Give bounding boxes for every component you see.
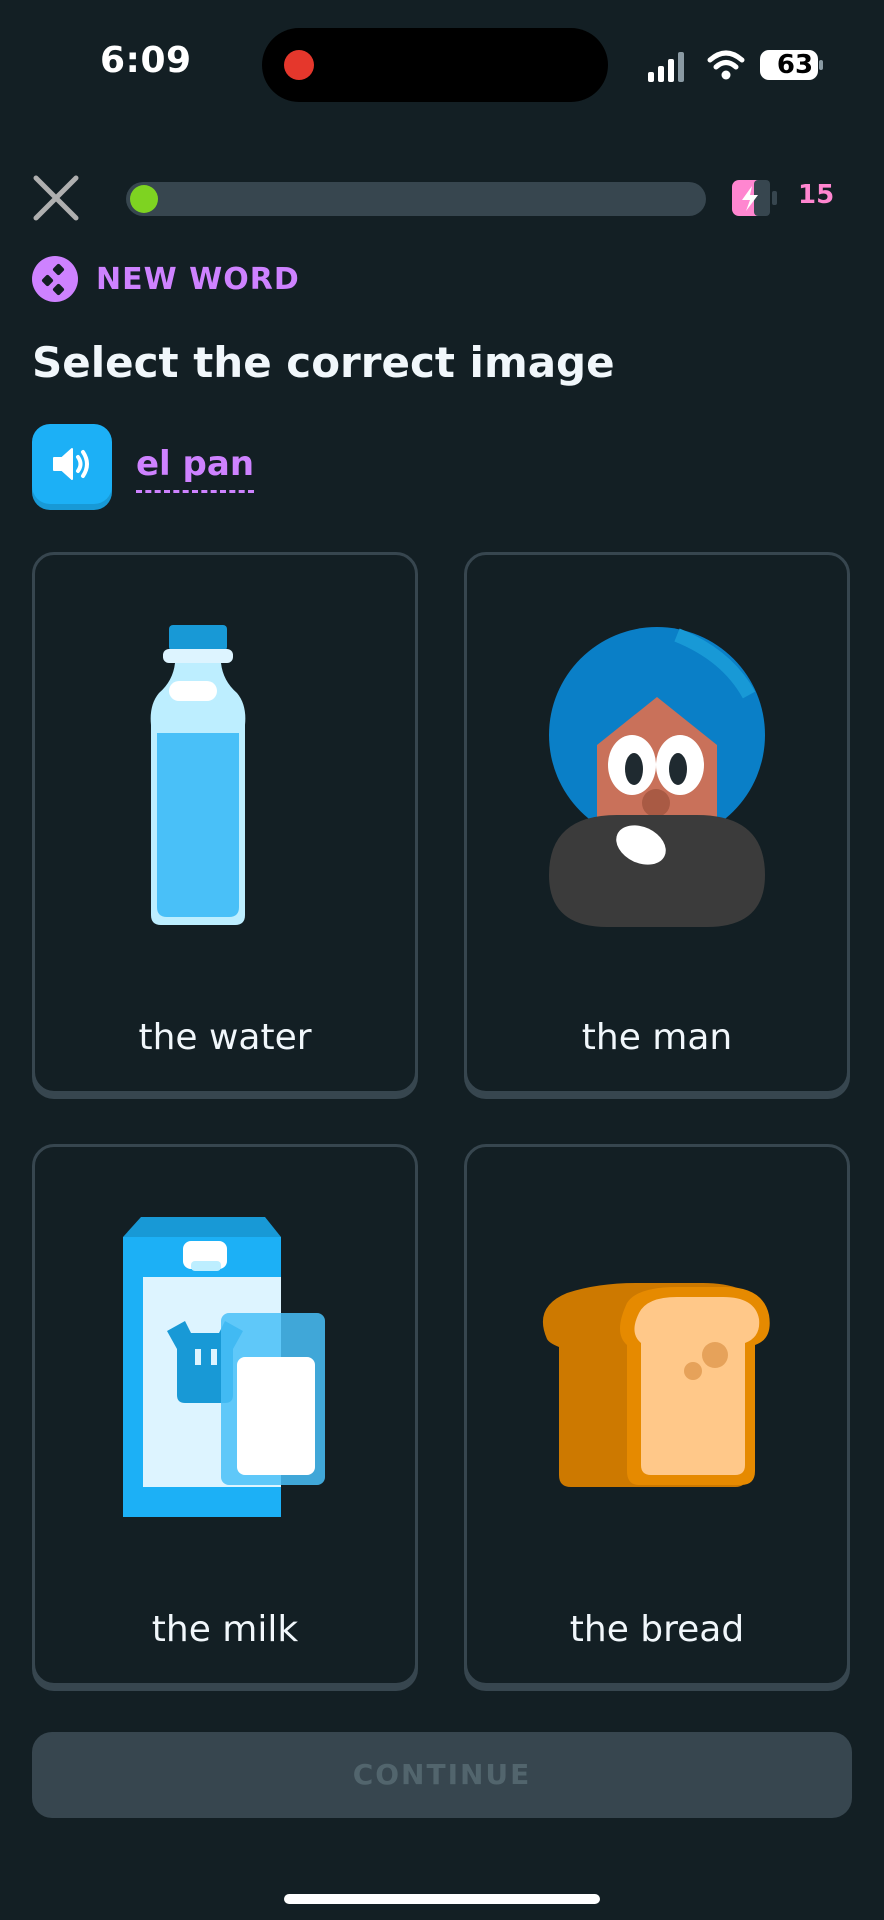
option-label: the bread — [569, 1609, 745, 1650]
home-indicator[interactable] — [284, 1894, 600, 1904]
target-word[interactable]: el pan — [136, 444, 255, 493]
option-label: the man — [581, 1017, 733, 1058]
energy-count: 15 — [798, 180, 835, 210]
option-label: the water — [138, 1017, 312, 1058]
speaker-icon — [53, 448, 89, 480]
close-button[interactable] — [28, 170, 84, 226]
water-bottle-icon — [150, 625, 246, 925]
option-card-water[interactable]: the water — [32, 552, 418, 1094]
status-icons: 63 — [644, 46, 824, 86]
exercise-prompt: Select the correct image — [32, 338, 615, 387]
continue-button[interactable]: CONTINUE — [32, 1732, 852, 1818]
option-label: the milk — [151, 1609, 299, 1650]
lesson-progress-bar — [126, 182, 706, 216]
battery-level: 63 — [776, 50, 814, 80]
option-card-milk[interactable]: the milk — [32, 1144, 418, 1686]
play-audio-button[interactable] — [32, 424, 112, 504]
close-icon — [33, 175, 79, 221]
bread-icon — [542, 1283, 770, 1487]
new-word-label: NEW WORD — [96, 262, 300, 297]
option-card-bread[interactable]: the bread — [464, 1144, 850, 1686]
new-word-icon — [32, 256, 78, 302]
energy-battery-icon — [730, 178, 780, 218]
milk-carton-icon — [123, 1217, 325, 1517]
man-illustration-icon — [549, 627, 765, 927]
recording-indicator-icon — [284, 50, 314, 80]
status-time: 6:09 — [100, 40, 192, 81]
lesson-progress-fill — [130, 185, 158, 213]
option-card-man[interactable]: the man — [464, 552, 850, 1094]
